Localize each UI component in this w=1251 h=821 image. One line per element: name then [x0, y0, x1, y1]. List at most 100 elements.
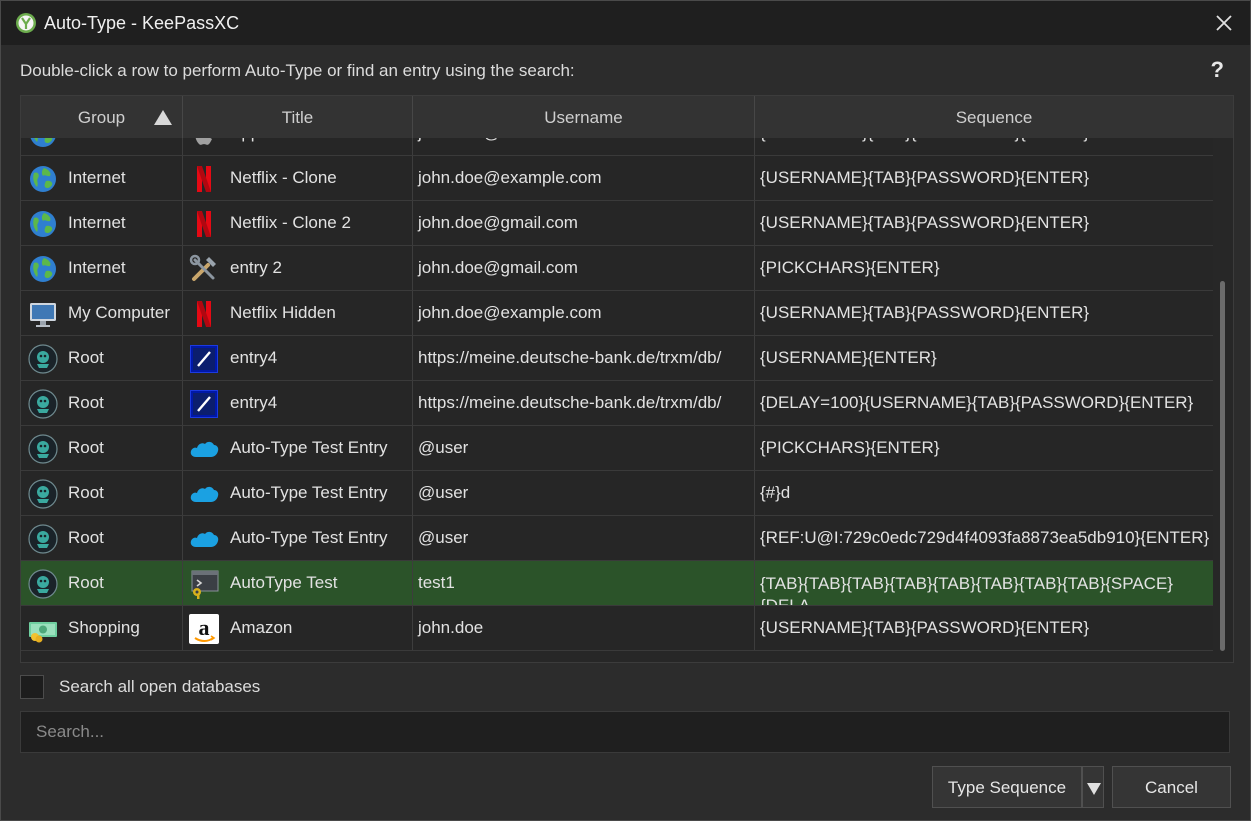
username-cell-text: john.doe@example.com — [418, 303, 602, 322]
table-row[interactable]: Internet Netflix - Clone john.doe@example.… — [21, 156, 1213, 201]
keepassxc-root-icon — [28, 569, 58, 599]
table-rows: Internet Apple - Clone john.doe@icloud.com… — [21, 138, 1213, 651]
cancel-button[interactable]: Cancel — [1112, 766, 1231, 808]
title-cell-text: entry4 — [230, 348, 278, 367]
search-input[interactable] — [21, 712, 1229, 752]
terminal-key-icon — [189, 569, 219, 599]
sequence-cell-text: {USERNAME}{TAB}{PASSWORD}{ENTER} — [760, 138, 1089, 142]
column-header-title[interactable]: Title — [183, 96, 413, 138]
sequence-cell-text: {USERNAME}{TAB}{PASSWORD}{ENTER} — [760, 213, 1090, 232]
column-header-sequence[interactable]: Sequence — [755, 96, 1233, 138]
scrollbar-thumb[interactable] — [1220, 281, 1225, 651]
sequence-cell: {PICKCHARS}{ENTER} — [755, 426, 1213, 470]
sort-ascending-icon — [154, 110, 172, 125]
group-cell-text: Root — [68, 393, 104, 412]
table-row[interactable]: Root Auto-Type Test Entry @user {#}d — [21, 471, 1213, 516]
netflix-logo-icon — [189, 299, 219, 329]
title-cell-text: AutoType Test — [230, 573, 338, 592]
username-cell: @user — [413, 426, 755, 470]
search-field[interactable] — [20, 711, 1230, 753]
title-cell-text: Auto-Type Test Entry — [230, 438, 388, 457]
username-cell-text: john.doe@gmail.com — [418, 258, 578, 277]
username-cell-text: john.doe@gmail.com — [418, 213, 578, 232]
sequence-cell-text: {DELAY=100}{USERNAME}{TAB}{PASSWORD}{ENT… — [760, 393, 1194, 412]
money-icon — [28, 614, 58, 644]
sequence-cell-text: {TAB}{TAB}{TAB}{TAB}{TAB}{TAB}{TAB}{TAB}… — [760, 574, 1173, 605]
group-cell: Root — [21, 471, 183, 515]
title-cell-text: Apple - Clone — [230, 138, 333, 142]
username-cell-text: https://meine.deutsche-bank.de/trxm/db/ — [418, 348, 722, 367]
group-cell-text: Internet — [68, 213, 126, 232]
apple-logo-icon — [189, 138, 219, 149]
sequence-cell: {USERNAME}{ENTER} — [755, 336, 1213, 380]
sequence-cell: {TAB}{TAB}{TAB}{TAB}{TAB}{TAB}{TAB}{TAB}… — [755, 561, 1213, 605]
username-cell-text: @user — [418, 483, 469, 502]
table-row[interactable]: Root Auto-Type Test Entry @user {PICKCHARS}… — [21, 426, 1213, 471]
username-cell: john.doe@icloud.com — [413, 138, 755, 155]
table-row-selected[interactable]: Root AutoType Test test1 {TAB}{TAB}{TAB}{TA… — [21, 561, 1213, 606]
column-header-label: Username — [544, 108, 623, 127]
sequence-cell-text: {PICKCHARS}{ENTER} — [760, 438, 940, 457]
group-cell-text: My Computer — [68, 303, 171, 322]
username-cell-text: john.doe@example.com — [418, 168, 602, 187]
table-row[interactable]: Internet entry 2 john.doe@gmail.com {PICKCH… — [21, 246, 1213, 291]
chevron-down-icon — [1087, 783, 1101, 795]
type-sequence-dropdown-button[interactable] — [1082, 766, 1104, 808]
auto-type-dialog: Auto-Type - KeePassXC Double-click a row… — [0, 0, 1251, 821]
table-body: Internet Apple - Clone john.doe@icloud.com… — [21, 138, 1213, 662]
sequence-cell: {USERNAME}{TAB}{PASSWORD}{ENTER} — [755, 201, 1213, 245]
sequence-cell: {#}d — [755, 471, 1213, 515]
group-cell-text: Root — [68, 528, 104, 547]
username-cell: https://meine.deutsche-bank.de/trxm/db/ — [413, 336, 755, 380]
title-cell-text: Netflix - Clone 2 — [230, 213, 351, 232]
sequence-cell-text: {PICKCHARS}{ENTER} — [760, 258, 940, 277]
group-cell: Root — [21, 336, 183, 380]
table-row[interactable]: Root Auto-Type Test Entry @user {REF:U@I:72… — [21, 516, 1213, 561]
group-cell: Root — [21, 426, 183, 470]
table-row[interactable]: Root entry4 https://meine.deutsche-bank.de… — [21, 336, 1213, 381]
column-header-label: Title — [281, 108, 314, 127]
group-cell-text: Root — [68, 573, 104, 592]
group-cell: Shopping — [21, 606, 183, 650]
username-cell: john.doe@gmail.com — [413, 246, 755, 290]
table-row[interactable]: Shopping a Amazon john.doe {USERNAME}{TAB}{P… — [21, 606, 1213, 651]
globe-icon — [28, 164, 58, 194]
sequence-cell-text: {REF:U@I:729c0edc729d4f4093fa8873ea5db91… — [760, 528, 1210, 547]
column-header-group[interactable]: Group — [21, 96, 183, 138]
title-cell: a Amazon — [183, 606, 413, 650]
username-cell: https://meine.deutsche-bank.de/trxm/db/ — [413, 381, 755, 425]
close-icon[interactable] — [1212, 11, 1236, 35]
help-icon[interactable]: ? — [1211, 57, 1224, 83]
username-cell: @user — [413, 516, 755, 560]
title-cell: Apple - Clone — [183, 138, 413, 155]
cloud-logo-icon — [189, 479, 219, 509]
username-cell: john.doe@example.com — [413, 156, 755, 200]
tools-icon — [189, 254, 219, 284]
table-row[interactable]: My Computer Netflix Hidden john.doe@exampl… — [21, 291, 1213, 336]
group-cell-text: Internet — [68, 258, 126, 277]
group-cell: Root — [21, 381, 183, 425]
table-header: Group Title Username Sequence — [21, 96, 1233, 139]
vertical-scrollbar[interactable] — [1213, 138, 1233, 662]
amazon-logo-icon: a — [189, 614, 219, 644]
group-cell: Internet — [21, 201, 183, 245]
instruction-text: Double-click a row to perform Auto-Type … — [20, 61, 575, 80]
title-cell-text: Amazon — [230, 618, 293, 637]
group-cell-text: Root — [68, 483, 104, 502]
title-cell-text: Auto-Type Test Entry — [230, 528, 388, 547]
column-header-label: Sequence — [955, 108, 1033, 127]
title-cell-text: Netflix Hidden — [230, 303, 336, 322]
table-row[interactable]: Root entry4 https://meine.deutsche-bank.de… — [21, 381, 1213, 426]
title-cell: Netflix - Clone 2 — [183, 201, 413, 245]
title-cell: AutoType Test — [183, 561, 413, 605]
group-cell-text: Root — [68, 348, 104, 367]
type-sequence-button[interactable]: Type Sequence — [932, 766, 1082, 808]
svg-text:a: a — [199, 615, 210, 640]
search-all-databases-checkbox[interactable] — [20, 675, 44, 699]
globe-icon — [28, 209, 58, 239]
column-header-username[interactable]: Username — [413, 96, 755, 138]
table-row[interactable]: Internet Apple - Clone john.doe@icloud.com… — [21, 138, 1213, 156]
username-cell-text: test1 — [418, 573, 455, 592]
title-cell: entry 2 — [183, 246, 413, 290]
table-row[interactable]: Internet Netflix - Clone 2 john.doe@gmail.… — [21, 201, 1213, 246]
